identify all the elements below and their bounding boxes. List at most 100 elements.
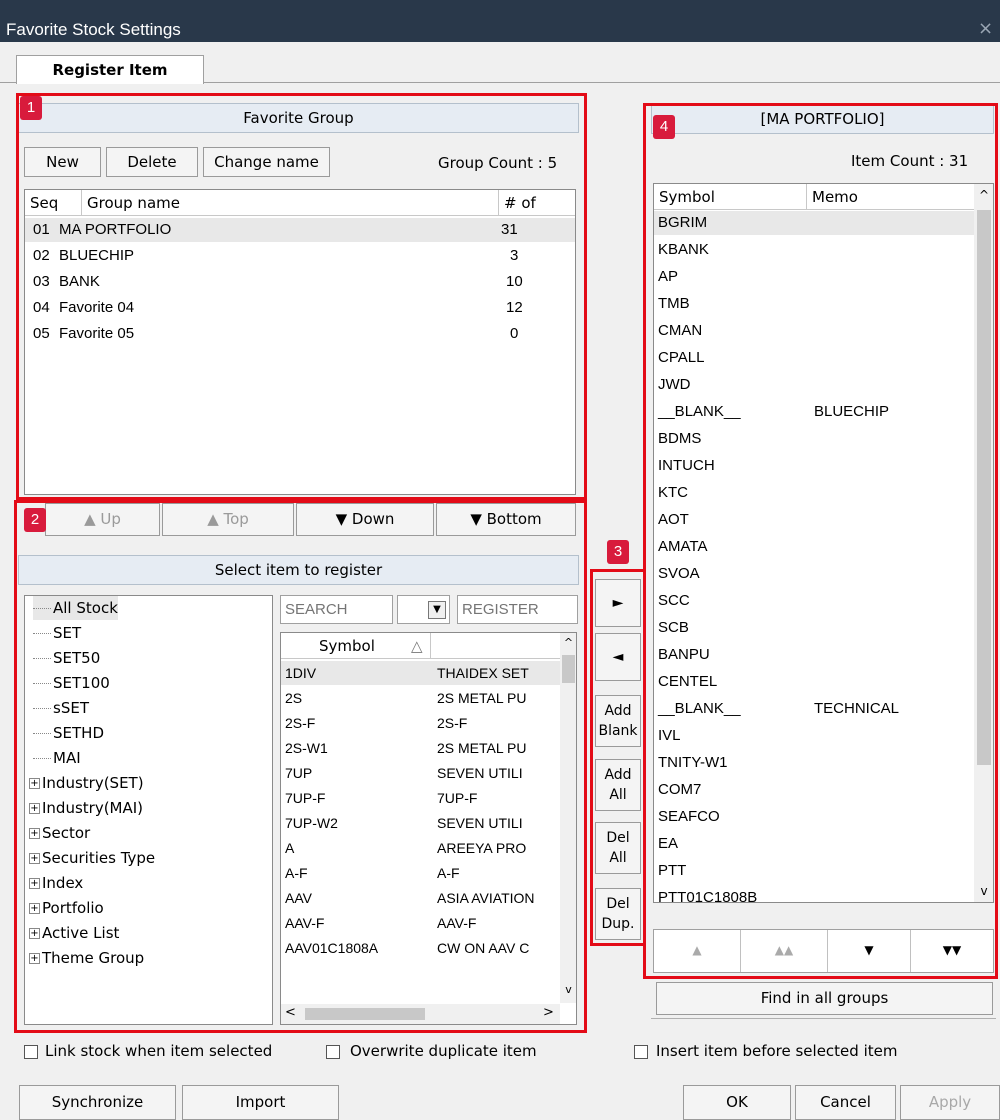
table-row[interactable]: 04 Favorite 04 12 [25, 296, 575, 320]
expand-plus-icon[interactable]: + [29, 853, 40, 864]
portfolio-row[interactable]: PTT01C1808B [654, 886, 974, 902]
expand-plus-icon[interactable]: + [29, 903, 40, 914]
tree-item-industry-mai[interactable]: + Industry(MAI) [29, 796, 143, 820]
tree-item-sset[interactable]: sSET [33, 696, 89, 720]
cancel-button[interactable]: Cancel [795, 1085, 896, 1120]
portfolio-row[interactable]: AMATA [654, 535, 974, 559]
stock-row[interactable]: 7UP-F 7UP-F [281, 786, 569, 810]
new-group-button[interactable]: New [24, 147, 101, 177]
portfolio-row[interactable]: BANPU [654, 643, 974, 667]
scrollbar-thumb[interactable] [977, 210, 991, 765]
col-seq[interactable]: Seq [25, 190, 82, 216]
tree-item-theme-group[interactable]: + Theme Group [29, 946, 144, 970]
chevron-left-icon[interactable]: < [285, 1005, 296, 1020]
scrollbar-thumb[interactable] [305, 1008, 425, 1020]
horizontal-scrollbar[interactable]: < > [281, 1004, 560, 1024]
portfolio-row[interactable]: INTUCH [654, 454, 974, 478]
find-in-all-groups-button[interactable]: Find in all groups [656, 982, 993, 1015]
ok-button[interactable]: OK [683, 1085, 791, 1120]
portfolio-row[interactable]: SVOA [654, 562, 974, 586]
register-input[interactable] [457, 595, 578, 624]
portfolio-row[interactable]: CENTEL [654, 670, 974, 694]
move-bottom-button[interactable]: ▼ Bottom [436, 503, 576, 536]
apply-button[interactable]: Apply [900, 1085, 1000, 1120]
del-all-button[interactable]: Del All [595, 822, 641, 874]
col-name[interactable] [431, 633, 561, 659]
portfolio-row[interactable]: SCC [654, 589, 974, 613]
tree-item-securities-type[interactable]: + Securities Type [29, 846, 155, 870]
add-item-button[interactable]: ► [595, 579, 641, 627]
expand-plus-icon[interactable]: + [29, 803, 40, 814]
table-row[interactable]: 02 BLUECHIP 3 [25, 244, 575, 268]
change-name-button[interactable]: Change name [203, 147, 330, 177]
chevron-right-icon[interactable]: > [543, 1005, 554, 1020]
tree-item-sethd[interactable]: SETHD [33, 721, 104, 745]
stock-row[interactable]: A AREEYA PRO [281, 836, 569, 860]
vertical-scrollbar[interactable]: ^ v [974, 184, 993, 902]
sort-asc-icon[interactable]: △ [411, 633, 423, 659]
portfolio-row[interactable]: CMAN [654, 319, 974, 343]
vertical-scrollbar[interactable]: ^ v [560, 633, 576, 1003]
move-top-button[interactable]: ▲ Top [162, 503, 294, 536]
table-row[interactable]: 01 MA PORTFOLIO 31 [25, 218, 575, 242]
move-down-button[interactable]: ▼ Down [296, 503, 434, 536]
col-item-count[interactable]: # of items [499, 190, 575, 238]
remove-item-button[interactable]: ◄ [595, 633, 641, 681]
stock-row[interactable]: 2S-F 2S-F [281, 711, 569, 735]
tree-item-set50[interactable]: SET50 [33, 646, 100, 670]
portfolio-row[interactable]: __BLANK__ BLUECHIP [654, 400, 974, 424]
stock-row[interactable]: A-F A-F [281, 861, 569, 885]
tree-item-index[interactable]: + Index [29, 871, 83, 895]
portfolio-row[interactable]: KTC [654, 481, 974, 505]
expand-plus-icon[interactable]: + [29, 778, 40, 789]
portfolio-row[interactable]: EA [654, 832, 974, 856]
stock-row[interactable]: AAV01C1808A CW ON AAV C [281, 936, 569, 960]
chevron-down-icon[interactable]: v [974, 884, 993, 898]
col-memo[interactable]: Memo [807, 184, 974, 210]
add-all-button[interactable]: Add All [595, 759, 641, 811]
move-down-button[interactable]: ▼ [828, 930, 911, 972]
tree-item-sector[interactable]: + Sector [29, 821, 90, 845]
portfolio-row[interactable]: BGRIM [654, 211, 974, 235]
import-button[interactable]: Import [182, 1085, 339, 1120]
tree-item-set[interactable]: SET [33, 621, 81, 645]
synchronize-button[interactable]: Synchronize [19, 1085, 176, 1120]
overwrite-duplicate-checkbox[interactable] [326, 1045, 340, 1059]
tab-register-item[interactable]: Register Item [16, 55, 204, 84]
expand-plus-icon[interactable]: + [29, 828, 40, 839]
chevron-down-icon[interactable]: ▼ [428, 601, 446, 619]
table-row[interactable]: 05 Favorite 05 0 [25, 322, 575, 346]
portfolio-row[interactable]: TNITY-W1 [654, 751, 974, 775]
portfolio-row[interactable]: SEAFCO [654, 805, 974, 829]
portfolio-row[interactable]: SCB [654, 616, 974, 640]
chevron-down-icon[interactable]: v [560, 983, 576, 997]
tree-item-all-stock[interactable]: All Stock [33, 596, 118, 620]
expand-plus-icon[interactable]: + [29, 928, 40, 939]
portfolio-row[interactable]: JWD [654, 373, 974, 397]
close-icon[interactable]: × [978, 18, 993, 39]
tree-item-industry-set[interactable]: + Industry(SET) [29, 771, 144, 795]
portfolio-row[interactable]: BDMS [654, 427, 974, 451]
expand-plus-icon[interactable]: + [29, 878, 40, 889]
chevron-up-icon[interactable]: ^ [560, 636, 576, 650]
move-up-button[interactable]: ▲ [654, 930, 741, 972]
col-symbol[interactable]: Symbol [654, 184, 807, 210]
portfolio-row[interactable]: TMB [654, 292, 974, 316]
portfolio-row[interactable]: AOT [654, 508, 974, 532]
market-dropdown[interactable]: ▼ [397, 595, 450, 624]
tree-item-set100[interactable]: SET100 [33, 671, 110, 695]
table-row[interactable]: 03 BANK 10 [25, 270, 575, 294]
portfolio-row[interactable]: IVL [654, 724, 974, 748]
scrollbar-thumb[interactable] [562, 655, 575, 683]
delete-group-button[interactable]: Delete [106, 147, 198, 177]
portfolio-row[interactable]: COM7 [654, 778, 974, 802]
stock-row[interactable]: 2S-W1 2S METAL PU [281, 736, 569, 760]
stock-row[interactable]: AAV-F AAV-F [281, 911, 569, 935]
move-bottom-button[interactable]: ▼▼ [911, 930, 993, 972]
add-blank-button[interactable]: Add Blank [595, 695, 641, 747]
expand-plus-icon[interactable]: + [29, 953, 40, 964]
portfolio-row[interactable]: AP [654, 265, 974, 289]
stock-row[interactable]: 7UP SEVEN UTILI [281, 761, 569, 785]
portfolio-row[interactable]: PTT [654, 859, 974, 883]
move-up-button[interactable]: ▲ Up [45, 503, 160, 536]
